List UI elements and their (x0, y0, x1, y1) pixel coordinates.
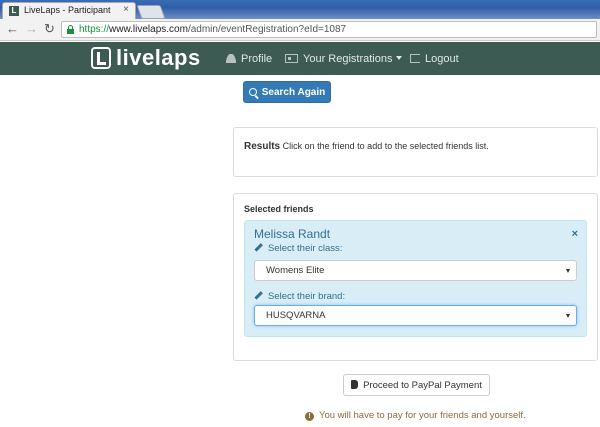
friend-name: Melissa Randt (254, 227, 331, 241)
brand-select[interactable]: HUSQVARNA (254, 305, 577, 326)
results-panel: Results Click on the friend to add to th… (233, 127, 598, 177)
pencil-icon (254, 242, 263, 251)
new-tab-button[interactable] (136, 5, 166, 19)
paypal-button-label: Proceed to PayPal Payment (363, 379, 482, 391)
tab-title: LiveLaps - Participant (24, 5, 111, 15)
chevron-down-icon (396, 56, 403, 60)
id-card-icon (285, 54, 298, 63)
class-select[interactable]: Womens Elite (254, 260, 577, 281)
paypal-icon (351, 379, 359, 389)
nav-logout-link[interactable]: Logout (410, 53, 459, 65)
info-icon: ! (305, 412, 314, 421)
livelaps-favicon-icon: L (9, 6, 19, 16)
browser-tab[interactable]: L LiveLaps - Participant × (2, 2, 136, 19)
results-heading: Results (244, 141, 281, 152)
payment-notice: ! You will have to pay for your friends a… (305, 410, 526, 421)
nav-profile-link[interactable]: Profile (226, 53, 272, 65)
results-text: Results Click on the friend to add to th… (244, 141, 489, 152)
class-select-value: Womens Elite (266, 265, 325, 276)
paypal-payment-button[interactable]: Proceed to PayPal Payment (343, 374, 490, 396)
chevron-down-icon (566, 269, 570, 273)
tab-close-icon[interactable]: × (123, 4, 129, 15)
nav-logout-label: Logout (425, 53, 459, 65)
site-navbar: livelaps Profile Your Registrations Logo… (0, 42, 600, 75)
payment-notice-text: You will have to pay for your friends an… (319, 410, 526, 421)
arrow-left-icon[interactable]: ← (6, 22, 19, 36)
url-input[interactable]: https://www.livelaps.com/admin/eventRegi… (61, 21, 597, 38)
reload-icon[interactable]: ↻ (44, 22, 55, 36)
results-hint: Click on the friend to add to the select… (282, 141, 489, 151)
logo-text: livelaps (116, 45, 201, 70)
class-label: Select their class: (254, 242, 342, 254)
selected-friends-heading: Selected friends (244, 204, 314, 214)
pencil-icon (254, 290, 263, 299)
livelaps-logo-icon (91, 47, 111, 69)
friend-card: Melissa Randt × Select their class: Wome… (244, 220, 587, 337)
close-icon[interactable]: × (572, 228, 578, 240)
logout-icon (410, 54, 420, 63)
selected-friends-panel: Selected friends Melissa Randt × Select … (233, 193, 598, 361)
arrow-right-icon[interactable]: → (25, 22, 38, 36)
search-icon (248, 87, 257, 96)
browser-tab-strip: L LiveLaps - Participant × (0, 0, 600, 19)
nav-profile-label: Profile (241, 53, 273, 65)
user-icon (226, 54, 236, 63)
url-text: https://www.livelaps.com/admin/eventRegi… (79, 24, 347, 35)
search-again-button[interactable]: Search Again (243, 81, 331, 103)
chevron-down-icon (566, 314, 570, 318)
brand-select-value: HUSQVARNA (266, 310, 326, 321)
search-again-label: Search Again (261, 86, 326, 98)
address-bar: ← → ↻ https://www.livelaps.com/admin/eve… (0, 19, 600, 41)
nav-registrations-dropdown[interactable]: Your Registrations (285, 53, 403, 65)
lock-icon (67, 25, 74, 34)
brand-label: Select their brand: (254, 290, 345, 302)
nav-registrations-label: Your Registrations (303, 53, 393, 65)
